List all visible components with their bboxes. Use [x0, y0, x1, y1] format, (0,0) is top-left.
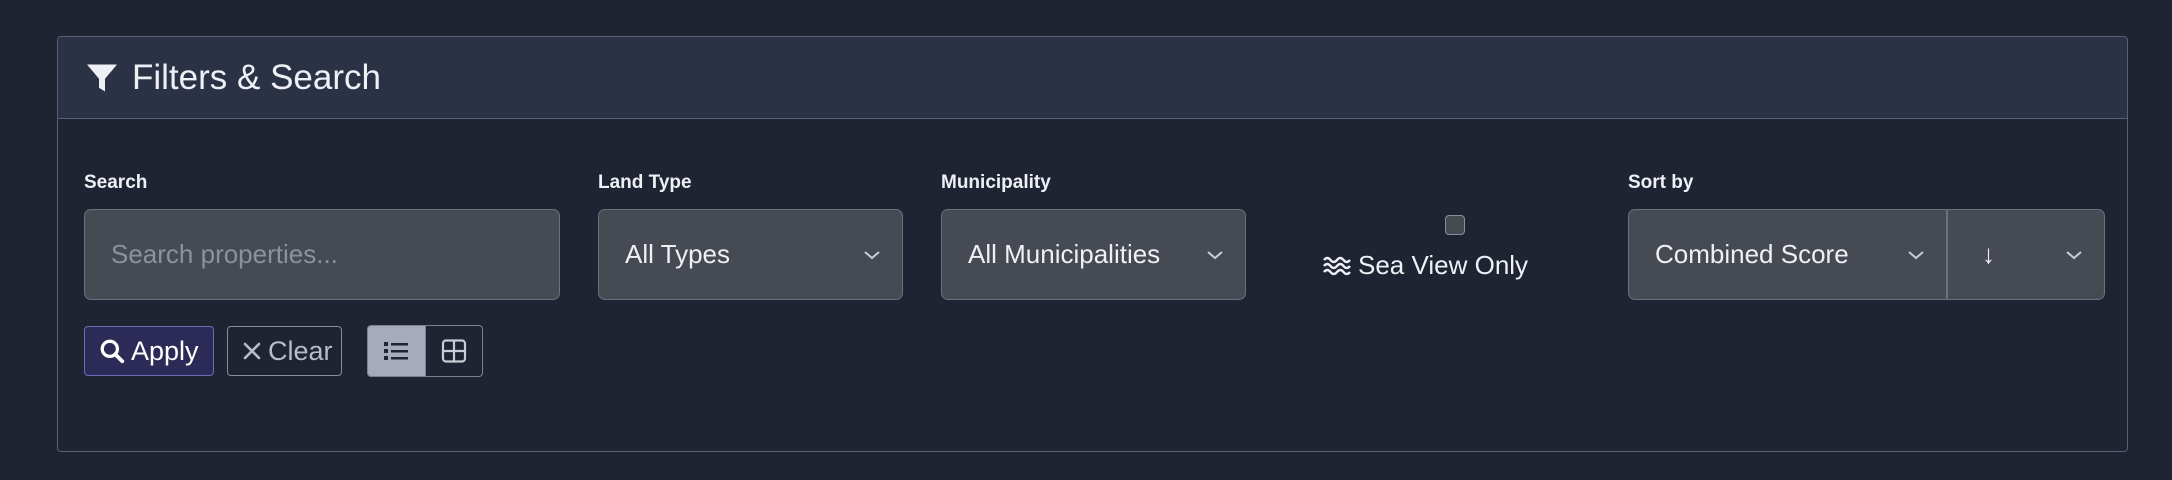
- panel-title: Filters & Search: [132, 57, 381, 97]
- search-icon: [100, 339, 125, 364]
- land-type-select[interactable]: All Types: [598, 209, 903, 300]
- sort-group: Combined Score ↓: [1628, 209, 2105, 300]
- municipality-label: Municipality: [941, 172, 1051, 193]
- clear-label: Clear: [268, 335, 333, 366]
- sort-direction-select[interactable]: ↓: [1947, 209, 2105, 300]
- chevron-down-icon: [1908, 250, 1924, 259]
- search-input[interactable]: Search properties...: [84, 209, 560, 300]
- municipality-value: All Municipalities: [968, 239, 1161, 269]
- filter-icon: [87, 64, 117, 91]
- grid-icon: [441, 339, 466, 363]
- search-label: Search: [84, 172, 148, 193]
- sea-view-label[interactable]: Sea View Only: [1322, 250, 1528, 281]
- chevron-down-icon: [864, 250, 880, 259]
- sea-view-text: Sea View Only: [1358, 250, 1529, 280]
- apply-label: Apply: [131, 335, 199, 366]
- grid-view-button[interactable]: [424, 326, 483, 376]
- land-type-label: Land Type: [598, 172, 692, 193]
- search-placeholder: Search properties...: [111, 239, 338, 269]
- close-icon: [243, 342, 261, 360]
- list-icon: [384, 342, 409, 360]
- sort-direction-value: ↓: [1982, 239, 1995, 269]
- clear-button[interactable]: Clear: [227, 326, 342, 376]
- sort-field-select[interactable]: Combined Score: [1628, 209, 1947, 300]
- chevron-down-icon: [1207, 250, 1223, 259]
- apply-button[interactable]: Apply: [84, 326, 214, 376]
- sort-field-value: Combined Score: [1655, 239, 1849, 269]
- sea-view-checkbox[interactable]: [1445, 215, 1465, 235]
- water-waves-icon: [1323, 256, 1351, 275]
- sort-by-label: Sort by: [1628, 172, 1694, 193]
- land-type-value: All Types: [625, 239, 731, 269]
- panel-header: Filters & Search: [58, 37, 2127, 119]
- view-toggle: [367, 325, 483, 377]
- chevron-down-icon: [2066, 250, 2082, 259]
- municipality-select[interactable]: All Municipalities: [941, 209, 1246, 300]
- list-view-button[interactable]: [368, 326, 425, 376]
